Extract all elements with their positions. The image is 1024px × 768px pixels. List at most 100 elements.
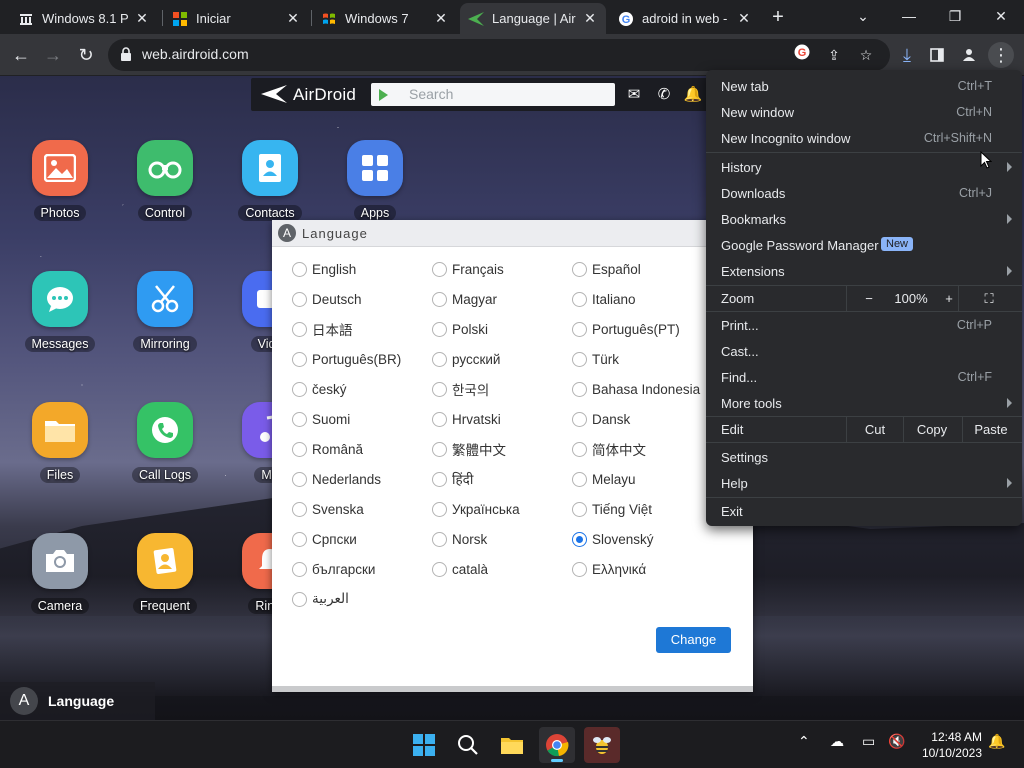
menu-new-incognito[interactable]: New Incognito window Ctrl+Shift+N xyxy=(706,125,1022,151)
taskbar-search-button[interactable] xyxy=(450,727,486,763)
language-option[interactable]: русский xyxy=(432,348,500,370)
menu-new-window[interactable]: New window Ctrl+N xyxy=(706,99,1022,125)
change-button[interactable]: Change xyxy=(656,627,731,653)
language-option[interactable]: Türk xyxy=(572,348,619,370)
radio-button[interactable] xyxy=(292,471,307,487)
radio-button[interactable] xyxy=(292,321,307,337)
app-files[interactable]: Files xyxy=(15,402,105,483)
language-option[interactable]: Français xyxy=(432,258,504,280)
radio-button[interactable] xyxy=(432,351,447,367)
menu-cast[interactable]: Cast... xyxy=(706,338,1022,364)
language-option[interactable]: Norsk xyxy=(432,528,487,550)
tab-windows-81[interactable]: Windows 8.1 Pr ✕ xyxy=(10,3,158,34)
start-button[interactable] xyxy=(406,727,442,763)
radio-button[interactable] xyxy=(432,501,447,517)
app-apps[interactable]: Apps xyxy=(330,140,420,221)
language-option[interactable]: 繁體中文 xyxy=(432,438,506,460)
close-tab-icon[interactable]: ✕ xyxy=(736,10,752,27)
app-frequent[interactable]: Frequent xyxy=(120,533,210,614)
radio-button[interactable] xyxy=(432,381,447,397)
download-icon[interactable]: ⤓ xyxy=(894,42,920,68)
language-option[interactable]: हिंदी xyxy=(432,468,473,490)
menu-password-manager[interactable]: Google Password Manager New xyxy=(706,232,1022,258)
profile-icon[interactable] xyxy=(956,42,982,68)
bee-app-taskbar-button[interactable] xyxy=(584,727,620,763)
language-option[interactable]: Português(BR) xyxy=(292,348,401,370)
language-option[interactable]: Slovenský xyxy=(572,528,654,550)
fullscreen-icon[interactable]: ⛶ xyxy=(976,291,1002,307)
close-tab-icon[interactable]: ✕ xyxy=(433,10,449,27)
language-option[interactable]: Magyar xyxy=(432,288,497,310)
notification-bell-icon[interactable]: 🔔 xyxy=(988,733,1005,750)
radio-button[interactable] xyxy=(292,501,307,517)
language-option[interactable]: Dansk xyxy=(572,408,630,430)
radio-button[interactable] xyxy=(572,381,587,397)
tab-google-search[interactable]: G adroid in web - ✕ xyxy=(610,3,760,34)
chevron-up-icon[interactable]: ⌃ xyxy=(798,733,810,750)
new-message-icon[interactable]: ✉ xyxy=(624,85,644,105)
menu-new-tab[interactable]: New tab Ctrl+T xyxy=(706,73,1022,99)
radio-button[interactable] xyxy=(292,381,307,397)
system-clock[interactable]: 12:48 AM 10/10/2023 xyxy=(922,729,982,761)
menu-print[interactable]: Print... Ctrl+P xyxy=(706,312,1022,338)
paste-button[interactable]: Paste xyxy=(963,422,1019,437)
menu-bookmarks[interactable]: Bookmarks xyxy=(706,206,1022,232)
language-option[interactable]: 简体中文 xyxy=(572,438,646,460)
dialog-titlebar[interactable]: A Language xyxy=(272,220,753,247)
menu-downloads[interactable]: Downloads Ctrl+J xyxy=(706,180,1022,206)
language-option[interactable]: العربية xyxy=(292,588,349,610)
google-lens-icon[interactable]: G xyxy=(790,43,814,67)
menu-find[interactable]: Find... Ctrl+F xyxy=(706,364,1022,390)
language-option[interactable]: 한국의 xyxy=(432,378,489,400)
radio-button[interactable] xyxy=(432,411,447,427)
app-photos[interactable]: Photos xyxy=(15,140,105,221)
restore-button[interactable]: ❐ xyxy=(932,0,978,34)
radio-button[interactable] xyxy=(572,501,587,517)
language-option[interactable]: English xyxy=(292,258,356,280)
radio-button[interactable] xyxy=(572,531,587,547)
share-icon[interactable]: ⇪ xyxy=(822,43,846,67)
minimize-button[interactable]: — xyxy=(886,0,932,34)
radio-button[interactable] xyxy=(572,411,587,427)
language-option[interactable]: Nederlands xyxy=(292,468,381,490)
menu-extensions[interactable]: Extensions xyxy=(706,258,1022,284)
radio-button[interactable] xyxy=(572,321,587,337)
address-bar[interactable]: web.airdroid.com G ⇪ ☆ xyxy=(108,39,890,71)
radio-button[interactable] xyxy=(432,441,447,457)
side-panel-icon[interactable] xyxy=(924,42,950,68)
language-option[interactable]: Українська xyxy=(432,498,520,520)
copy-button[interactable]: Copy xyxy=(904,422,960,437)
language-option[interactable]: 日本語 xyxy=(292,318,353,340)
app-contacts[interactable]: Contacts xyxy=(225,140,315,221)
app-call-logs[interactable]: Call Logs xyxy=(120,402,210,483)
radio-button[interactable] xyxy=(432,531,447,547)
menu-more-tools[interactable]: More tools xyxy=(706,390,1022,416)
radio-button[interactable] xyxy=(572,561,587,577)
phone-icon[interactable]: ✆ xyxy=(654,85,674,105)
language-option[interactable]: Português(PT) xyxy=(572,318,680,340)
language-option[interactable]: Español xyxy=(572,258,641,280)
file-explorer-button[interactable] xyxy=(494,727,530,763)
chrome-menu-button[interactable]: ⋮ xyxy=(988,42,1014,68)
language-option[interactable]: Svenska xyxy=(292,498,364,520)
close-tab-icon[interactable]: ✕ xyxy=(582,10,598,27)
language-option[interactable]: Română xyxy=(292,438,363,460)
language-option[interactable]: český xyxy=(292,378,347,400)
app-messages[interactable]: Messages xyxy=(15,271,105,352)
close-tab-icon[interactable]: ✕ xyxy=(134,10,150,27)
tab-windows-7[interactable]: Windows 7 ✕ xyxy=(313,3,457,34)
language-option[interactable]: Melayu xyxy=(572,468,636,490)
language-option[interactable]: Bahasa Indonesia xyxy=(572,378,700,400)
radio-button[interactable] xyxy=(292,411,307,427)
radio-button[interactable] xyxy=(572,441,587,457)
forward-button[interactable]: → xyxy=(40,42,66,68)
back-button[interactable]: ← xyxy=(8,42,34,68)
radio-button[interactable] xyxy=(432,321,447,337)
language-option[interactable]: български xyxy=(292,558,375,580)
menu-history[interactable]: History xyxy=(706,154,1022,180)
radio-button[interactable] xyxy=(432,471,447,487)
tab-search-button[interactable]: ⌄ xyxy=(840,0,886,34)
radio-button[interactable] xyxy=(432,291,447,307)
volume-muted-icon[interactable]: 🔇 xyxy=(888,733,905,750)
bookmark-star-icon[interactable]: ☆ xyxy=(854,43,878,67)
